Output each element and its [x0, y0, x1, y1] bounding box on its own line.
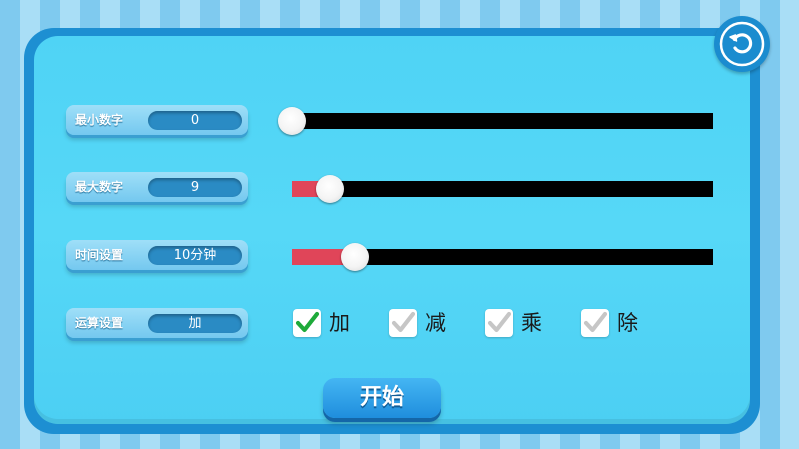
slider-knob[interactable]: [278, 107, 306, 135]
min-number-setting: 最小数字 0: [66, 105, 248, 135]
min-number-label: 最小数字: [75, 113, 124, 127]
max-number-slider[interactable]: [292, 175, 713, 203]
checkmark-icon: [391, 311, 416, 333]
start-button[interactable]: 开始: [323, 378, 441, 418]
min-number-value: 0: [148, 111, 242, 130]
operation-option-label: 加: [329, 311, 350, 335]
settings-panel-body: [34, 36, 750, 424]
operation-value: 加: [148, 314, 242, 333]
checkbox[interactable]: [293, 309, 321, 337]
refresh-back-icon: [719, 21, 765, 67]
operation-option-label: 减: [425, 311, 446, 335]
slider-knob[interactable]: [341, 243, 370, 271]
max-number-value: 9: [148, 178, 242, 197]
checkbox[interactable]: [581, 309, 609, 337]
max-number-label: 最大数字: [75, 180, 124, 194]
slider-track: [292, 181, 713, 197]
operation-option-label: 乘: [521, 311, 542, 335]
checkmark-icon: [487, 311, 512, 333]
checkmark-icon: [295, 311, 320, 333]
slider-knob[interactable]: [315, 175, 344, 203]
operation-label: 运算设置: [75, 316, 124, 330]
operation-setting: 运算设置 加: [66, 308, 248, 338]
operation-option-label: 除: [617, 311, 638, 335]
checkbox[interactable]: [389, 309, 417, 337]
time-slider[interactable]: [292, 243, 713, 271]
time-setting: 时间设置 10分钟: [66, 240, 248, 270]
back-button[interactable]: [714, 16, 770, 72]
min-number-slider[interactable]: [278, 107, 713, 135]
settings-panel: [24, 28, 760, 434]
slider-track: [292, 113, 713, 129]
checkmark-icon: [583, 311, 608, 333]
checkbox[interactable]: [485, 309, 513, 337]
time-value: 10分钟: [148, 246, 242, 265]
time-label: 时间设置: [75, 248, 124, 262]
max-number-setting: 最大数字 9: [66, 172, 248, 202]
